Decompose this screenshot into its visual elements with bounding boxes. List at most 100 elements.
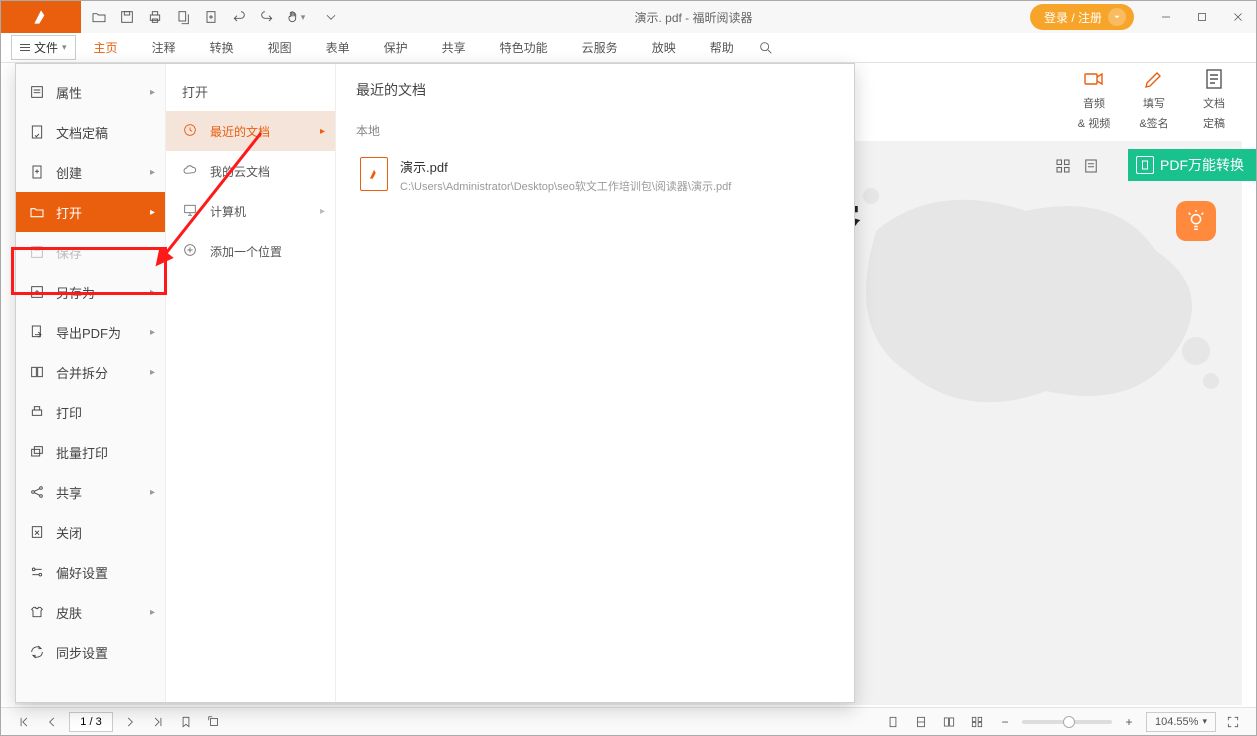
tab-help[interactable]: 帮助 [694, 33, 750, 62]
cloud-icon [182, 162, 200, 180]
fullscreen-button[interactable] [1222, 711, 1244, 733]
zoom-value[interactable]: 104.55% ▾ [1146, 712, 1216, 732]
tab-convert[interactable]: 转换 [194, 33, 250, 62]
chevron-down-icon [1108, 8, 1126, 26]
menu-print[interactable]: 打印 [16, 392, 165, 432]
app-logo [1, 1, 81, 33]
properties-icon [28, 83, 46, 101]
save-disk-icon [28, 243, 46, 261]
open-icon[interactable] [87, 5, 111, 29]
undo-icon[interactable] [227, 5, 251, 29]
recent-file-item[interactable]: 演示.pdf C:\Users\Administrator\Desktop\se… [356, 149, 834, 202]
pdf-file-icon [360, 157, 388, 191]
document-title: 演示. pdf - 福昕阅读器 [357, 9, 1030, 26]
ribbon-tabs: 文件 ▾ 主页 注释 转换 视图 表单 保护 共享 特色功能 云服务 放映 帮助 [1, 33, 1256, 63]
menu-skin[interactable]: 皮肤 [16, 592, 165, 632]
batch-print-icon [28, 443, 46, 461]
save-as-icon [28, 283, 46, 301]
tab-comment[interactable]: 注释 [136, 33, 192, 62]
pdf-convert-badge[interactable]: PDF万能转换 [1128, 149, 1256, 181]
menu-open[interactable]: 打开 [16, 192, 165, 232]
list-view-icon[interactable] [1082, 157, 1100, 175]
next-page-button[interactable] [119, 711, 141, 733]
grid-view-icon[interactable] [1054, 157, 1072, 175]
open-add-location[interactable]: 添加一个位置 [166, 231, 335, 271]
open-cloud[interactable]: 我的云文档 [166, 151, 335, 191]
close-file-icon [28, 523, 46, 541]
tab-home[interactable]: 主页 [78, 33, 134, 62]
open-folder-icon [28, 203, 46, 221]
menu-create[interactable]: 创建 [16, 152, 165, 192]
open-computer[interactable]: 计算机 [166, 191, 335, 231]
qat-more-icon[interactable] [311, 5, 351, 29]
print-menu-icon [28, 403, 46, 421]
search-icon[interactable] [752, 34, 780, 62]
status-bar: − + 104.55% ▾ [1, 707, 1256, 735]
menu-save-as[interactable]: 另存为 [16, 272, 165, 312]
first-page-button[interactable] [13, 711, 35, 733]
audio-video-button[interactable]: 音频& 视频 [1066, 63, 1122, 135]
fill-sign-button[interactable]: 填写&签名 [1126, 63, 1182, 135]
create-icon [28, 163, 46, 181]
dup-page-icon[interactable] [171, 5, 195, 29]
minimize-button[interactable] [1148, 1, 1184, 33]
close-button[interactable] [1220, 1, 1256, 33]
clock-icon [182, 122, 200, 140]
menu-share[interactable]: 共享 [16, 472, 165, 512]
finalize-button[interactable]: 文档定稿 [1186, 63, 1242, 135]
merge-icon [28, 363, 46, 381]
zoom-slider[interactable] [1022, 720, 1112, 724]
open-recent[interactable]: 最近的文档 [166, 111, 335, 151]
file-menu-col3: 最近的文档 本地 演示.pdf C:\Users\Administrator\D… [336, 64, 854, 702]
two-page-icon[interactable] [938, 711, 960, 733]
recent-local-label: 本地 [356, 122, 834, 139]
sync-icon [28, 643, 46, 661]
settings-icon [28, 563, 46, 581]
page-input[interactable] [69, 712, 113, 732]
quick-access-toolbar: ▾ [81, 5, 357, 29]
computer-icon [182, 202, 200, 220]
menu-sync[interactable]: 同步设置 [16, 632, 165, 672]
tab-features[interactable]: 特色功能 [484, 33, 564, 62]
hamburger-icon [20, 44, 30, 51]
recent-file-name: 演示.pdf [400, 157, 731, 176]
login-button[interactable]: 登录 / 注册 [1030, 4, 1134, 30]
file-menu-panel: 属性 文档定稿 创建 打开 保存 另存为 导出PDF为 合并拆分 打印 批量打印… [15, 63, 855, 703]
menu-export[interactable]: 导出PDF为 [16, 312, 165, 352]
menu-save: 保存 [16, 232, 165, 272]
single-page-icon[interactable] [910, 711, 932, 733]
redo-icon[interactable] [255, 5, 279, 29]
tab-present[interactable]: 放映 [636, 33, 692, 62]
zoom-in-button[interactable]: + [1118, 711, 1140, 733]
tab-view[interactable]: 视图 [252, 33, 308, 62]
fit-page-icon[interactable] [882, 711, 904, 733]
menu-finalize[interactable]: 文档定稿 [16, 112, 165, 152]
bookmark-icon[interactable] [175, 711, 197, 733]
save-icon[interactable] [115, 5, 139, 29]
maximize-button[interactable] [1184, 1, 1220, 33]
menu-ataprint[interactable]: 批量打印 [16, 432, 165, 472]
zoom-out-button[interactable]: − [994, 711, 1016, 733]
menu-merge-split[interactable]: 合并拆分 [16, 352, 165, 392]
file-menu-button[interactable]: 文件 ▾ [11, 35, 76, 60]
tab-cloud[interactable]: 云服务 [566, 33, 634, 62]
skin-icon [28, 603, 46, 621]
new-page-icon[interactable] [199, 5, 223, 29]
ribbon-group-right: 音频& 视频 填写&签名 文档定稿 [1066, 63, 1242, 135]
menu-properties[interactable]: 属性 [16, 72, 165, 112]
continuous-icon[interactable] [966, 711, 988, 733]
hand-icon[interactable]: ▾ [283, 5, 307, 29]
prev-page-button[interactable] [41, 711, 63, 733]
print-icon[interactable] [143, 5, 167, 29]
tips-button[interactable] [1176, 201, 1216, 241]
last-page-button[interactable] [147, 711, 169, 733]
recent-file-path: C:\Users\Administrator\Desktop\seo软文工作培训… [400, 178, 731, 194]
rotate-icon[interactable] [203, 711, 225, 733]
menu-close[interactable]: 关闭 [16, 512, 165, 552]
menu-prefs[interactable]: 偏好设置 [16, 552, 165, 592]
tab-protect[interactable]: 保护 [368, 33, 424, 62]
export-icon [28, 323, 46, 341]
tab-form[interactable]: 表单 [310, 33, 366, 62]
plus-circle-icon [182, 242, 200, 260]
tab-share[interactable]: 共享 [426, 33, 482, 62]
